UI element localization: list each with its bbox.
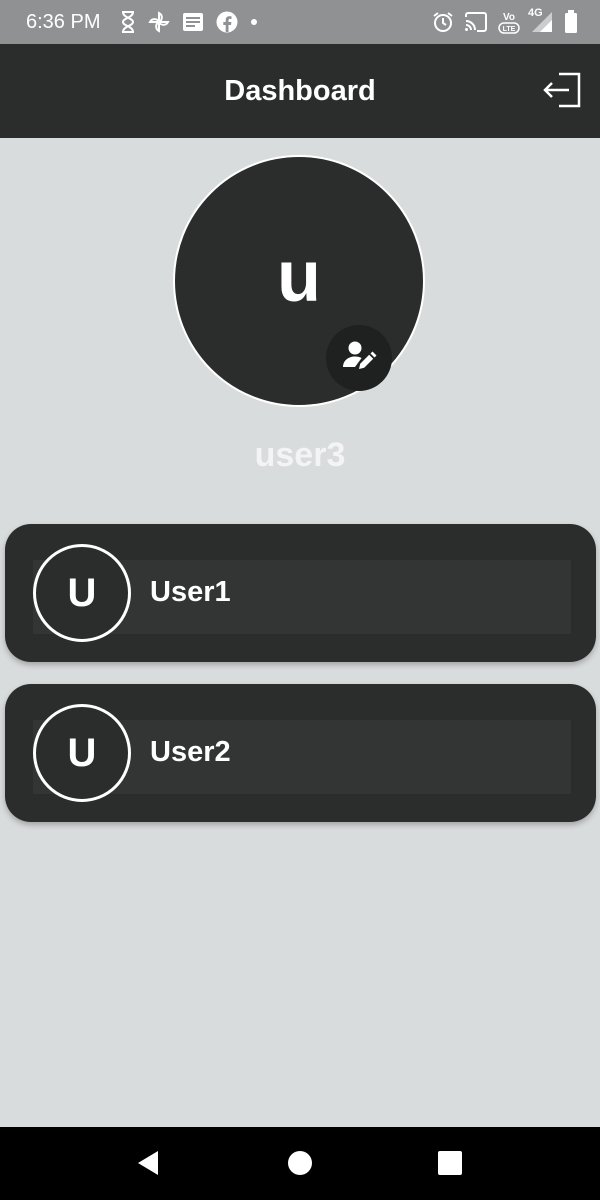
status-right-icons: Vo LTE 4G — [432, 8, 578, 36]
page-title: Dashboard — [224, 74, 376, 107]
user-list-item[interactable]: U User1 — [5, 524, 596, 662]
user-name: User1 — [150, 576, 231, 608]
app-bar: Dashboard — [0, 44, 600, 138]
svg-text:LTE: LTE — [503, 26, 516, 33]
signal-icon: 4G — [528, 7, 554, 34]
user-avatar: U — [33, 544, 131, 642]
battery-icon — [564, 10, 578, 34]
user-avatar: U — [33, 704, 131, 802]
news-icon — [182, 12, 204, 32]
edit-profile-button[interactable] — [326, 325, 392, 391]
facebook-icon — [216, 11, 238, 33]
profile-username: user3 — [254, 436, 346, 474]
home-icon — [287, 1150, 313, 1181]
dot-icon — [250, 18, 258, 26]
hourglass-icon — [120, 11, 136, 33]
edit-user-icon — [339, 336, 379, 381]
svg-text:Vo: Vo — [503, 12, 515, 23]
alarm-icon — [432, 11, 454, 33]
user-name: User2 — [150, 736, 231, 768]
logout-icon — [541, 68, 585, 117]
status-time: 6:36 PM — [26, 11, 101, 33]
user-list-item[interactable]: U User2 — [5, 684, 596, 822]
status-left-icons — [120, 10, 258, 34]
back-icon — [134, 1149, 162, 1182]
network-type-label: 4G — [528, 7, 543, 19]
status-bar: 6:36 PM Vo LTE 4G — [0, 0, 600, 44]
recents-icon — [437, 1150, 463, 1181]
home-button[interactable] — [280, 1145, 320, 1185]
cast-icon — [464, 12, 488, 32]
volte-icon: Vo LTE — [498, 10, 520, 34]
pinwheel-icon — [148, 11, 170, 33]
recents-button[interactable] — [430, 1145, 470, 1185]
back-button[interactable] — [128, 1145, 168, 1185]
logout-button[interactable] — [540, 69, 586, 115]
system-navigation-bar — [0, 1127, 600, 1200]
